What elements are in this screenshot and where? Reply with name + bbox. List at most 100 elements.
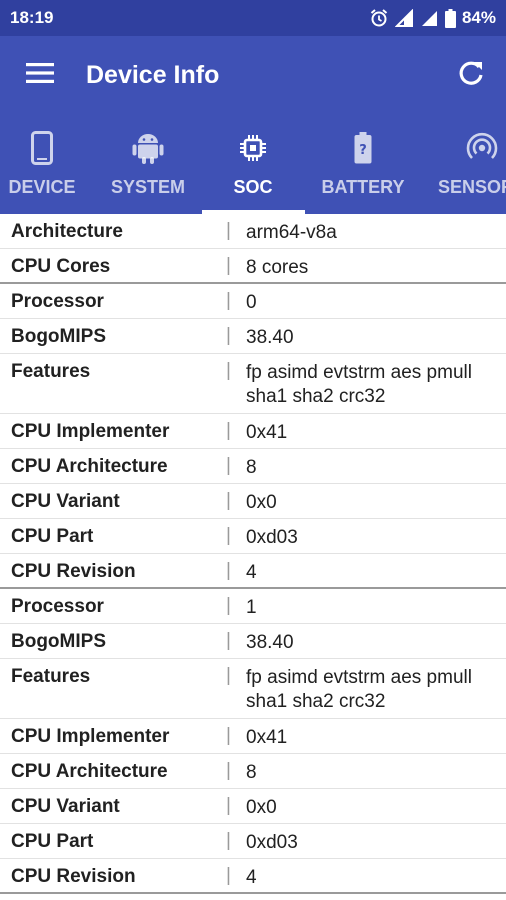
row-separator: | xyxy=(226,490,231,511)
status-time: 18:19 xyxy=(10,8,54,27)
list-item: Processor | 1 xyxy=(0,589,506,624)
row-value: 4 xyxy=(246,867,257,888)
row-label: CPU Part xyxy=(11,831,94,852)
row-value: 0xd03 xyxy=(246,527,298,548)
row-separator: | xyxy=(226,220,231,241)
row-label: CPU Revision xyxy=(11,561,136,582)
row-separator: | xyxy=(226,865,231,886)
row-separator: | xyxy=(226,830,231,851)
refresh-icon xyxy=(457,59,485,92)
row-value: 0x41 xyxy=(246,422,288,443)
row-label: CPU Variant xyxy=(11,491,120,512)
refresh-button[interactable] xyxy=(436,36,506,114)
tab-system-label: SYSTEM xyxy=(110,177,185,197)
row-value: fp asimd evtstrm aes pmull sha1 sha2 crc… xyxy=(246,362,472,407)
list-item: CPU Architecture | 8 xyxy=(0,449,506,484)
row-label: Processor xyxy=(11,291,104,312)
row-label: CPU Variant xyxy=(11,796,120,817)
row-separator: | xyxy=(226,630,231,651)
row-value: 0xd03 xyxy=(246,832,298,853)
phone-icon xyxy=(31,114,53,174)
row-label: CPU Architecture xyxy=(11,456,168,477)
tab-device-label: DEVICE xyxy=(8,177,76,197)
row-separator: | xyxy=(226,290,231,311)
tab-battery[interactable]: ? BATTERY xyxy=(318,114,408,214)
row-separator: | xyxy=(226,360,231,381)
battery-icon: ? xyxy=(354,114,372,174)
row-value: 1 xyxy=(246,597,257,618)
list-item: CPU Part | 0xd03 xyxy=(0,519,506,554)
row-value: arm64-v8a xyxy=(246,222,337,243)
sensor-icon xyxy=(466,114,498,174)
row-separator: | xyxy=(226,455,231,476)
row-separator: | xyxy=(226,595,231,616)
list-item: CPU Implementer | 0x41 xyxy=(0,414,506,449)
list-item: BogoMIPS | 38.40 xyxy=(0,624,506,659)
row-label: Architecture xyxy=(11,221,123,242)
row-separator: | xyxy=(226,665,231,686)
tab-system[interactable]: SYSTEM xyxy=(104,114,192,214)
list-item: CPU Part | 0xd03 xyxy=(0,824,506,859)
list-item: CPU Variant | 0x0 xyxy=(0,789,506,824)
row-label: CPU Implementer xyxy=(11,421,170,442)
soc-info-list[interactable]: Architecture | arm64-v8a CPU Cores | 8 c… xyxy=(0,214,506,900)
row-separator: | xyxy=(226,525,231,546)
row-value: 8 xyxy=(246,457,257,478)
row-value: 4 xyxy=(246,562,257,583)
row-label: BogoMIPS xyxy=(11,631,106,652)
status-bar: 18:19 84% xyxy=(0,0,506,36)
row-value: 38.40 xyxy=(246,632,294,653)
row-label: CPU Implementer xyxy=(11,726,170,747)
svg-text:?: ? xyxy=(359,143,367,158)
row-label: Features xyxy=(11,666,91,687)
list-item: CPU Cores | 8 cores xyxy=(0,249,506,284)
row-separator: | xyxy=(226,325,231,346)
row-value: 0x0 xyxy=(246,797,277,818)
list-item: Features | fp asimd evtstrm aes pmull sh… xyxy=(0,659,506,719)
list-item: CPU Revision | 4 xyxy=(0,554,506,589)
row-value: 0x0 xyxy=(246,492,277,513)
app-bar: Device Info xyxy=(0,36,506,114)
row-separator: | xyxy=(226,795,231,816)
list-item: Features | fp asimd evtstrm aes pmull sh… xyxy=(0,354,506,414)
signal-icon xyxy=(420,9,439,28)
tab-bar: DEVICE SYSTEM SOC ? BATTERY SENSORS xyxy=(0,114,506,214)
menu-icon xyxy=(26,62,54,89)
row-label: CPU Revision xyxy=(11,866,136,887)
row-value: 8 xyxy=(246,762,257,783)
alarm-icon xyxy=(369,8,389,28)
list-item: CPU Implementer | 0x41 xyxy=(0,719,506,754)
tab-sensors-label: SENSORS xyxy=(437,177,506,197)
battery-icon xyxy=(444,8,456,28)
list-item: Processor | 0 xyxy=(0,284,506,319)
battery-percent: 84% xyxy=(461,8,496,27)
row-value: fp asimd evtstrm aes pmull sha1 sha2 crc… xyxy=(246,667,472,712)
list-item: CPU Variant | 0x0 xyxy=(0,484,506,519)
tab-battery-label: BATTERY xyxy=(321,177,405,197)
list-item: CPU Revision | 4 xyxy=(0,859,506,894)
row-value: 38.40 xyxy=(246,327,294,348)
row-label: BogoMIPS xyxy=(11,326,106,347)
tab-soc[interactable]: SOC xyxy=(222,114,284,214)
row-label: CPU Cores xyxy=(11,256,111,277)
row-label: Processor xyxy=(11,596,104,617)
row-separator: | xyxy=(226,725,231,746)
app-title: Device Info xyxy=(86,60,220,89)
signal-icon xyxy=(394,8,414,28)
tab-soc-label: SOC xyxy=(233,177,273,197)
row-separator: | xyxy=(226,255,231,276)
row-label: CPU Part xyxy=(11,526,94,547)
list-item: BogoMIPS | 38.40 xyxy=(0,319,506,354)
row-label: Features xyxy=(11,361,91,382)
row-separator: | xyxy=(226,760,231,781)
status-icons: 84% xyxy=(369,8,496,28)
android-icon xyxy=(132,114,164,174)
row-value: 0x41 xyxy=(246,727,288,748)
chip-icon xyxy=(239,114,267,174)
tab-sensors[interactable]: SENSORS xyxy=(438,114,506,214)
tab-device[interactable]: DEVICE xyxy=(0,114,84,214)
row-label: CPU Architecture xyxy=(11,761,168,782)
menu-button[interactable] xyxy=(0,36,80,114)
row-value: 0 xyxy=(246,292,257,313)
row-separator: | xyxy=(226,420,231,441)
